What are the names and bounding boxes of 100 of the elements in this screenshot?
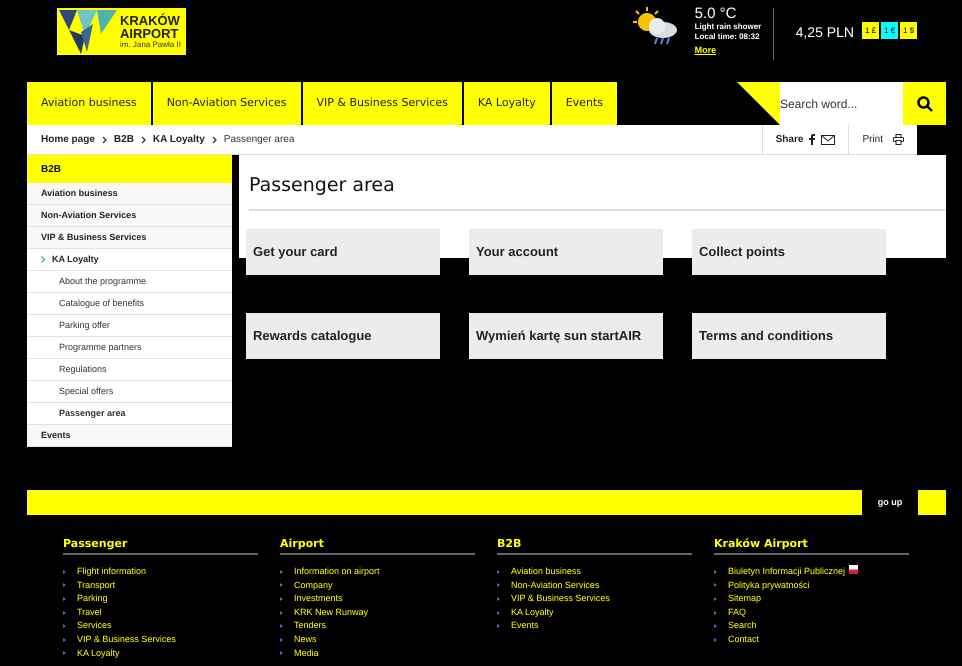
tile-link[interactable]: Rewards catalogue xyxy=(246,313,440,359)
bullet-icon xyxy=(63,596,66,601)
sidebar-subitem[interactable]: Special offers xyxy=(27,381,232,403)
footer-link[interactable]: Non-Aviation Services xyxy=(511,578,600,592)
footer-link[interactable]: VIP & Business Services xyxy=(511,592,610,606)
footer-link[interactable]: Tenders xyxy=(294,619,326,633)
exchange-rate: 4,25 PLN xyxy=(796,23,854,42)
tile-link[interactable]: Get your card xyxy=(246,229,440,275)
logo-text: AIRPORT xyxy=(120,26,180,40)
footer-link[interactable]: Media xyxy=(294,646,319,660)
sidebar-subitem[interactable]: About the programme xyxy=(27,271,232,293)
breadcrumb-link[interactable]: KA Loyalty xyxy=(152,132,205,147)
footer-link[interactable]: VIP & Business Services xyxy=(77,633,176,647)
chevron-icon xyxy=(102,136,107,144)
bullet-icon xyxy=(280,583,283,588)
footer-link[interactable]: Biuletyn Informacji Publicznej xyxy=(728,565,846,579)
bullet-icon xyxy=(280,638,283,642)
bullet-icon xyxy=(63,570,66,574)
footer-link[interactable]: Services xyxy=(77,619,112,633)
breadcrumb-link[interactable]: Home page xyxy=(41,132,95,147)
bullet-icon xyxy=(714,596,717,601)
bullet-icon xyxy=(280,570,283,574)
bullet-icon xyxy=(280,624,283,628)
search-corner-decoration xyxy=(737,82,780,125)
nav-item[interactable]: KA Loyalty xyxy=(464,82,550,125)
footer-link[interactable]: Events xyxy=(511,619,539,633)
footer-link[interactable]: Parking xyxy=(77,592,108,606)
search-field[interactable]: Search word... xyxy=(780,82,903,125)
footer-link[interactable]: Contact xyxy=(728,633,760,647)
bullet-icon xyxy=(280,596,283,601)
sidebar-subitem[interactable]: Catalogue of benefits xyxy=(27,293,232,315)
facebook-icon[interactable] xyxy=(809,134,816,145)
chevron-icon xyxy=(41,256,45,263)
bullet-icon xyxy=(63,651,66,656)
footer-link[interactable]: KRK New Runway xyxy=(294,606,368,620)
sidebar-subitem[interactable]: Regulations xyxy=(27,359,232,381)
bullet-icon xyxy=(714,638,717,642)
footer-link[interactable]: KA Loyalty xyxy=(77,646,120,660)
footer-link[interactable]: FAQ xyxy=(728,606,746,620)
nav-item[interactable]: Aviation business xyxy=(27,82,151,125)
footer-heading: Airport xyxy=(280,536,325,552)
share-label: Share xyxy=(776,133,804,147)
footer-link[interactable]: Travel xyxy=(77,606,102,620)
weather-condition: Light rain shower xyxy=(694,22,762,32)
page-title: Passenger area xyxy=(249,173,395,197)
footer-link[interactable]: News xyxy=(294,633,317,647)
print-label: Print xyxy=(862,133,883,147)
sidebar-subitem[interactable]: Parking offer xyxy=(27,315,232,337)
nav-item[interactable]: Events xyxy=(552,82,617,125)
search-button[interactable] xyxy=(903,82,946,125)
tile-link[interactable]: Collect points xyxy=(692,229,886,275)
chevron-icon xyxy=(140,136,146,144)
footer-link[interactable]: Information on airport xyxy=(294,565,380,579)
tile-link[interactable]: Your account xyxy=(469,229,663,275)
footer-link[interactable]: Polityka prywatności xyxy=(728,578,810,592)
footer-link[interactable]: KA Loyalty xyxy=(511,606,554,620)
bullet-icon xyxy=(497,583,500,588)
tile-link[interactable]: Terms and conditions xyxy=(692,313,886,359)
bullet-icon xyxy=(497,624,500,628)
bullet-icon xyxy=(714,570,717,574)
bullet-icon xyxy=(63,610,66,615)
sidebar-subitem[interactable]: Passenger area xyxy=(27,403,232,425)
footer-heading: Passenger xyxy=(63,536,128,552)
sidebar-item[interactable]: KA Loyalty xyxy=(27,249,232,271)
footer-heading: B2B xyxy=(497,536,522,552)
footer-link[interactable]: Aviation business xyxy=(511,565,581,579)
nav-item[interactable]: VIP & Business Services xyxy=(302,82,462,125)
sidebar-heading[interactable]: B2B xyxy=(27,155,232,183)
bullet-icon xyxy=(280,651,283,656)
temperature: 5.0 °C xyxy=(694,6,738,22)
bullet-icon xyxy=(714,624,717,628)
footer-link[interactable]: Search xyxy=(728,619,757,633)
bullet-icon xyxy=(280,610,283,615)
currency-button[interactable]: 1 £ xyxy=(862,22,879,39)
logo-subtitle: im. Jana Pawła II xyxy=(120,40,181,50)
breadcrumb-current: Passenger area xyxy=(224,133,294,147)
search-icon xyxy=(916,96,932,112)
currency-button[interactable]: 1 $ xyxy=(900,22,917,39)
go-up-link[interactable]: go up xyxy=(862,490,918,515)
bullet-icon xyxy=(63,638,66,642)
breadcrumb-link[interactable]: B2B xyxy=(114,132,134,147)
email-icon[interactable] xyxy=(821,134,836,144)
bullet-icon xyxy=(63,624,66,628)
bullet-icon xyxy=(497,570,500,574)
print-icon[interactable] xyxy=(893,134,904,145)
currency-button[interactable]: 1 € xyxy=(881,22,898,39)
logo[interactable]: KRAKÓW AIRPORT im. Jana Pawła II xyxy=(57,8,186,55)
footer-link[interactable]: Investments xyxy=(294,592,343,606)
footer-link[interactable]: Company xyxy=(294,578,333,592)
bullet-icon xyxy=(497,596,500,601)
logo-text: KRAKÓW xyxy=(120,14,181,26)
footer-link[interactable]: Flight information xyxy=(77,565,146,579)
more-link[interactable]: More xyxy=(694,44,716,58)
footer-link[interactable]: Sitemap xyxy=(728,592,762,606)
tile-link[interactable]: Wymień kartę sun startAIR xyxy=(469,313,663,359)
logo-mark-icon xyxy=(57,8,119,55)
bullet-icon xyxy=(63,583,66,588)
footer-link[interactable]: Transport xyxy=(77,578,116,592)
sidebar-subitem[interactable]: Programme partners xyxy=(27,337,232,359)
nav-item[interactable]: Non-Aviation Services xyxy=(152,82,300,125)
